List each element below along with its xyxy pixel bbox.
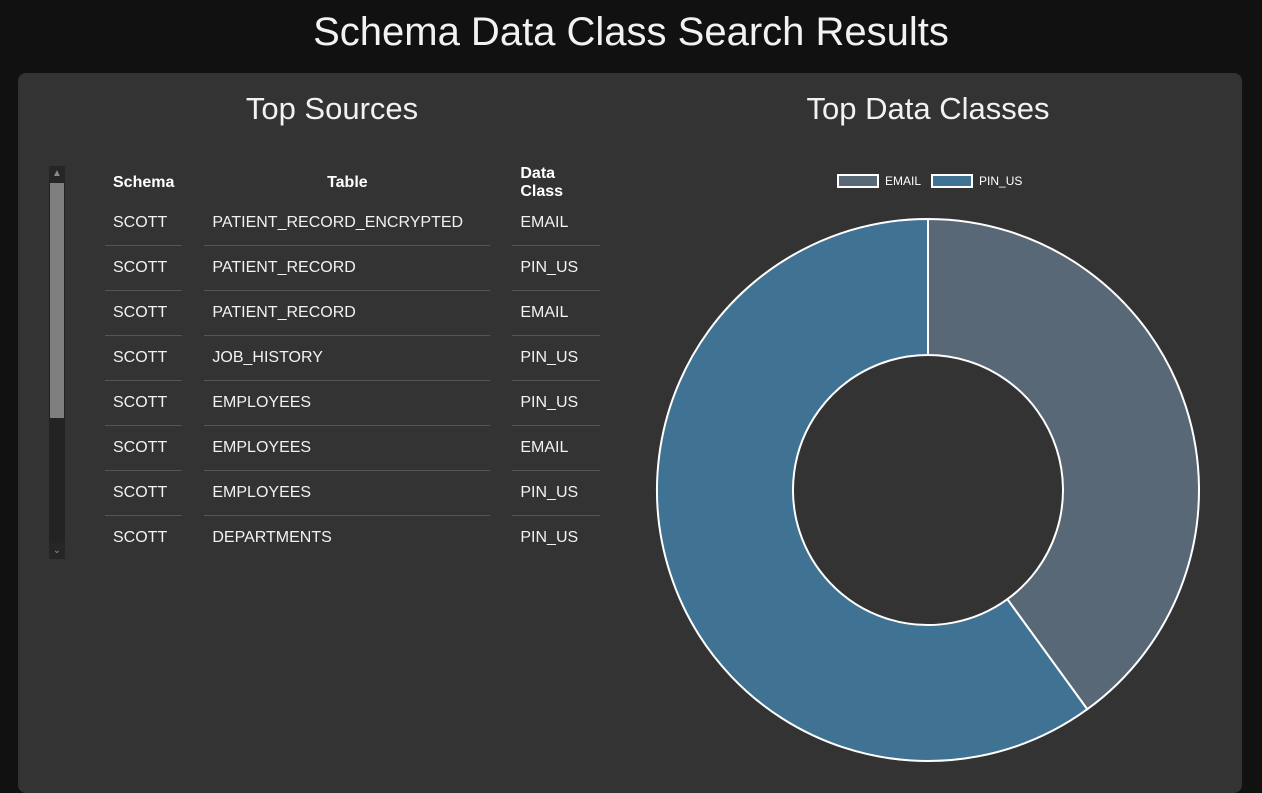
page-title: Schema Data Class Search Results: [313, 10, 949, 54]
results-panel: Top Sources Top Data Classes ▲ ⌄ Schema …: [18, 73, 1242, 793]
data-class-doughnut-chart: [656, 217, 1200, 762]
